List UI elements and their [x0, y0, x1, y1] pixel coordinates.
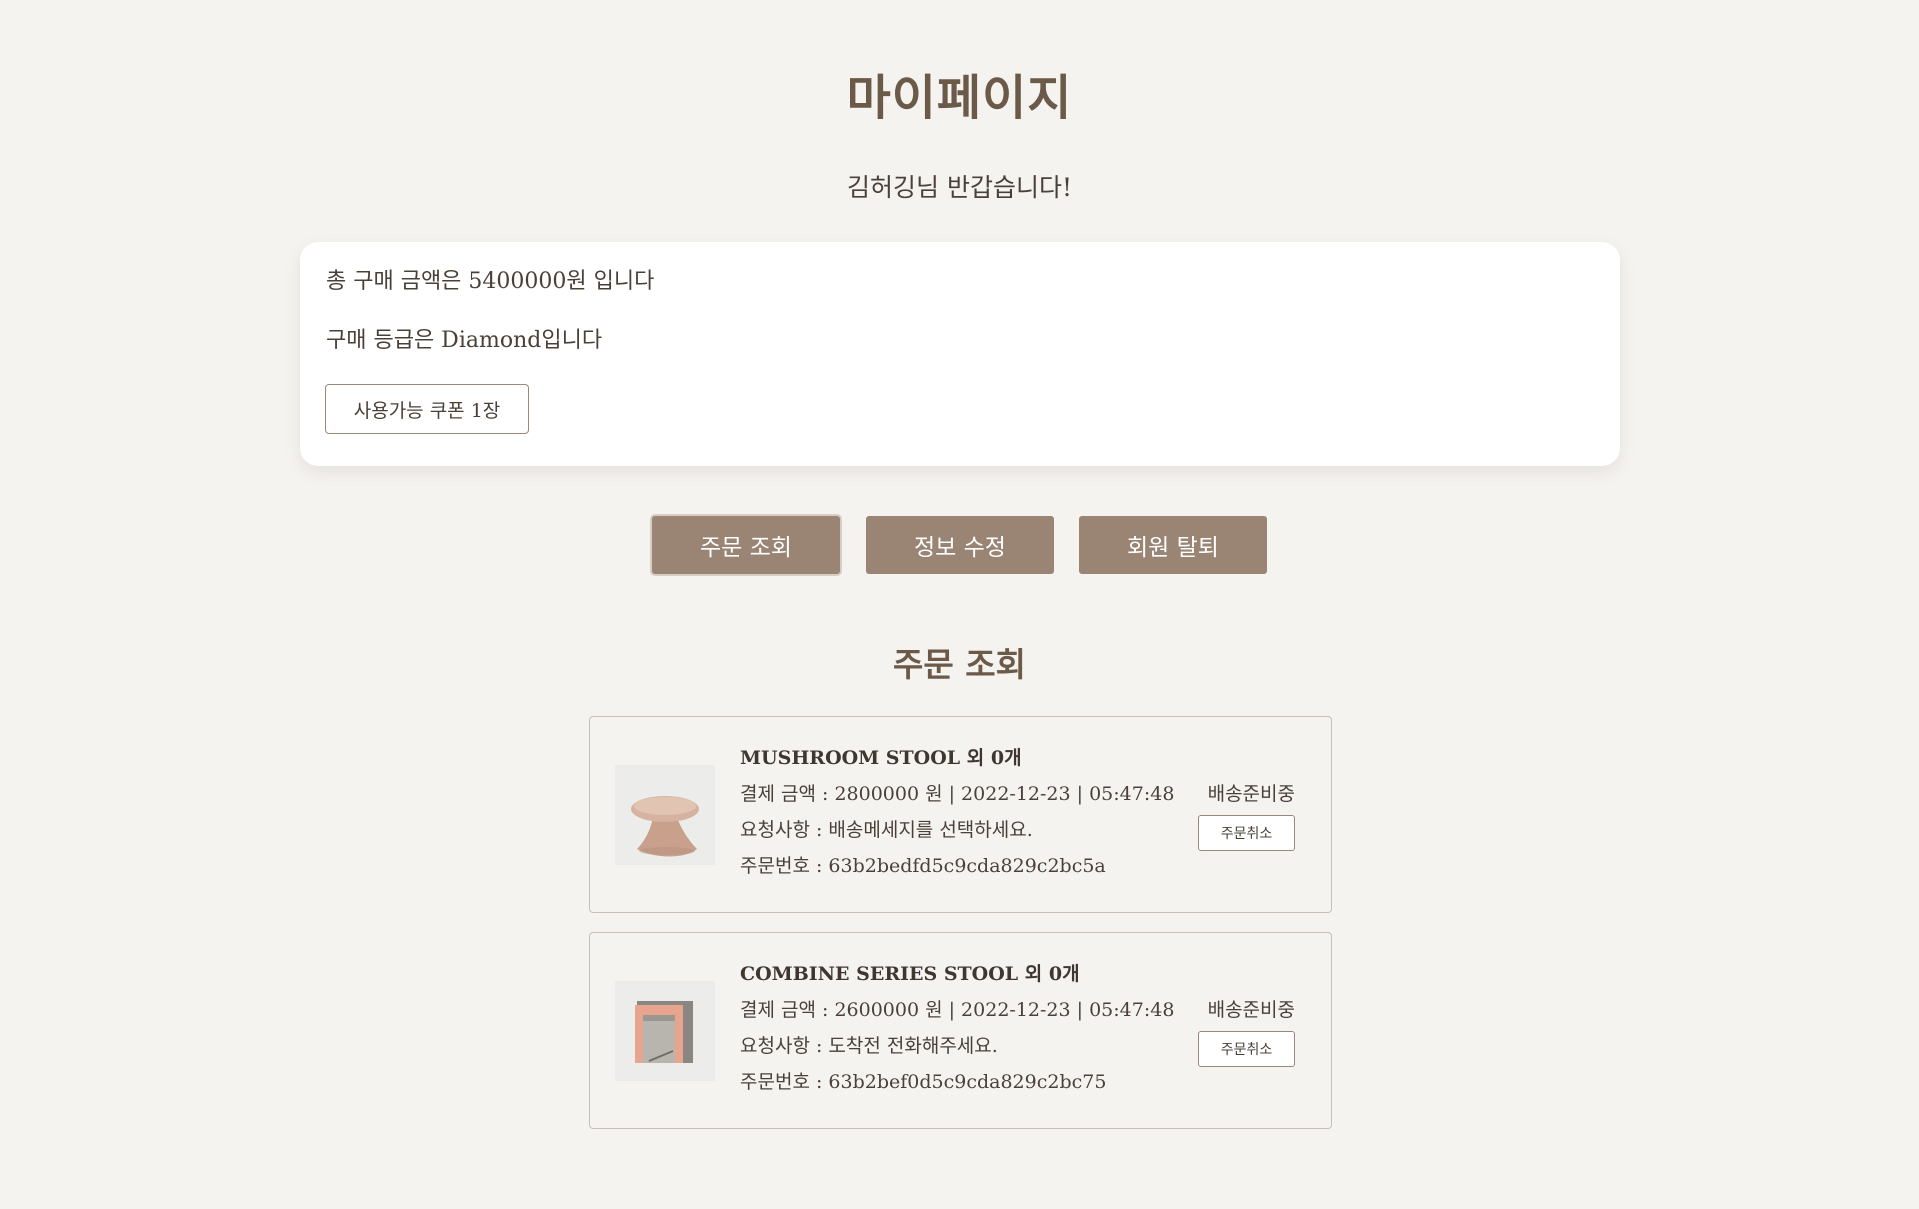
mypage-tab-bar: 주문 조회 정보 수정 회원 탈퇴: [0, 516, 1919, 574]
order-card: COMBINE SERIES STOOL 외 0개 결제 금액 : 260000…: [589, 932, 1332, 1129]
purchase-summary-card: 총 구매 금액은 5400000원 입니다 구매 등급은 Diamond입니다 …: [300, 242, 1620, 466]
order-amount: 결제 금액 : 2600000 원 | 2022-12-23 | 05:47:4…: [740, 999, 1175, 1021]
order-section-title: 주문 조회: [893, 645, 1026, 684]
purchase-grade-text: 구매 등급은 Diamond입니다: [326, 328, 603, 353]
cancel-order-button[interactable]: 주문취소: [1198, 1031, 1295, 1067]
order-product-name: COMBINE SERIES STOOL 외 0개: [740, 963, 1080, 985]
order-request: 요청사항 : 도착전 전화해주세요.: [740, 1035, 998, 1057]
tab-withdraw[interactable]: 회원 탈퇴: [1079, 516, 1267, 574]
mushroom-stool-image: [615, 765, 715, 865]
order-product-name: MUSHROOM STOOL 외 0개: [740, 747, 1022, 769]
cancel-order-button[interactable]: 주문취소: [1198, 815, 1295, 851]
tab-edit-info[interactable]: 정보 수정: [866, 516, 1054, 574]
tab-order-history[interactable]: 주문 조회: [652, 516, 840, 574]
order-status: 배송준비중: [1207, 999, 1295, 1021]
page-title: 마이페이지: [846, 70, 1073, 126]
order-request: 요청사항 : 배송메세지를 선택하세요.: [740, 819, 1033, 841]
greeting-text: 김허깅님 반갑습니다!: [847, 173, 1072, 202]
coupon-button[interactable]: 사용가능 쿠폰 1장: [325, 384, 529, 434]
combine-stool-image: [615, 981, 715, 1081]
total-purchase-text: 총 구매 금액은 5400000원 입니다: [326, 269, 655, 294]
order-status: 배송준비중: [1207, 783, 1295, 805]
order-card: MUSHROOM STOOL 외 0개 결제 금액 : 2800000 원 | …: [589, 716, 1332, 913]
order-number: 주문번호 : 63b2bef0d5c9cda829c2bc75: [740, 1071, 1107, 1093]
order-number: 주문번호 : 63b2bedfd5c9cda829c2bc5a: [740, 855, 1106, 877]
order-amount: 결제 금액 : 2800000 원 | 2022-12-23 | 05:47:4…: [740, 783, 1175, 805]
